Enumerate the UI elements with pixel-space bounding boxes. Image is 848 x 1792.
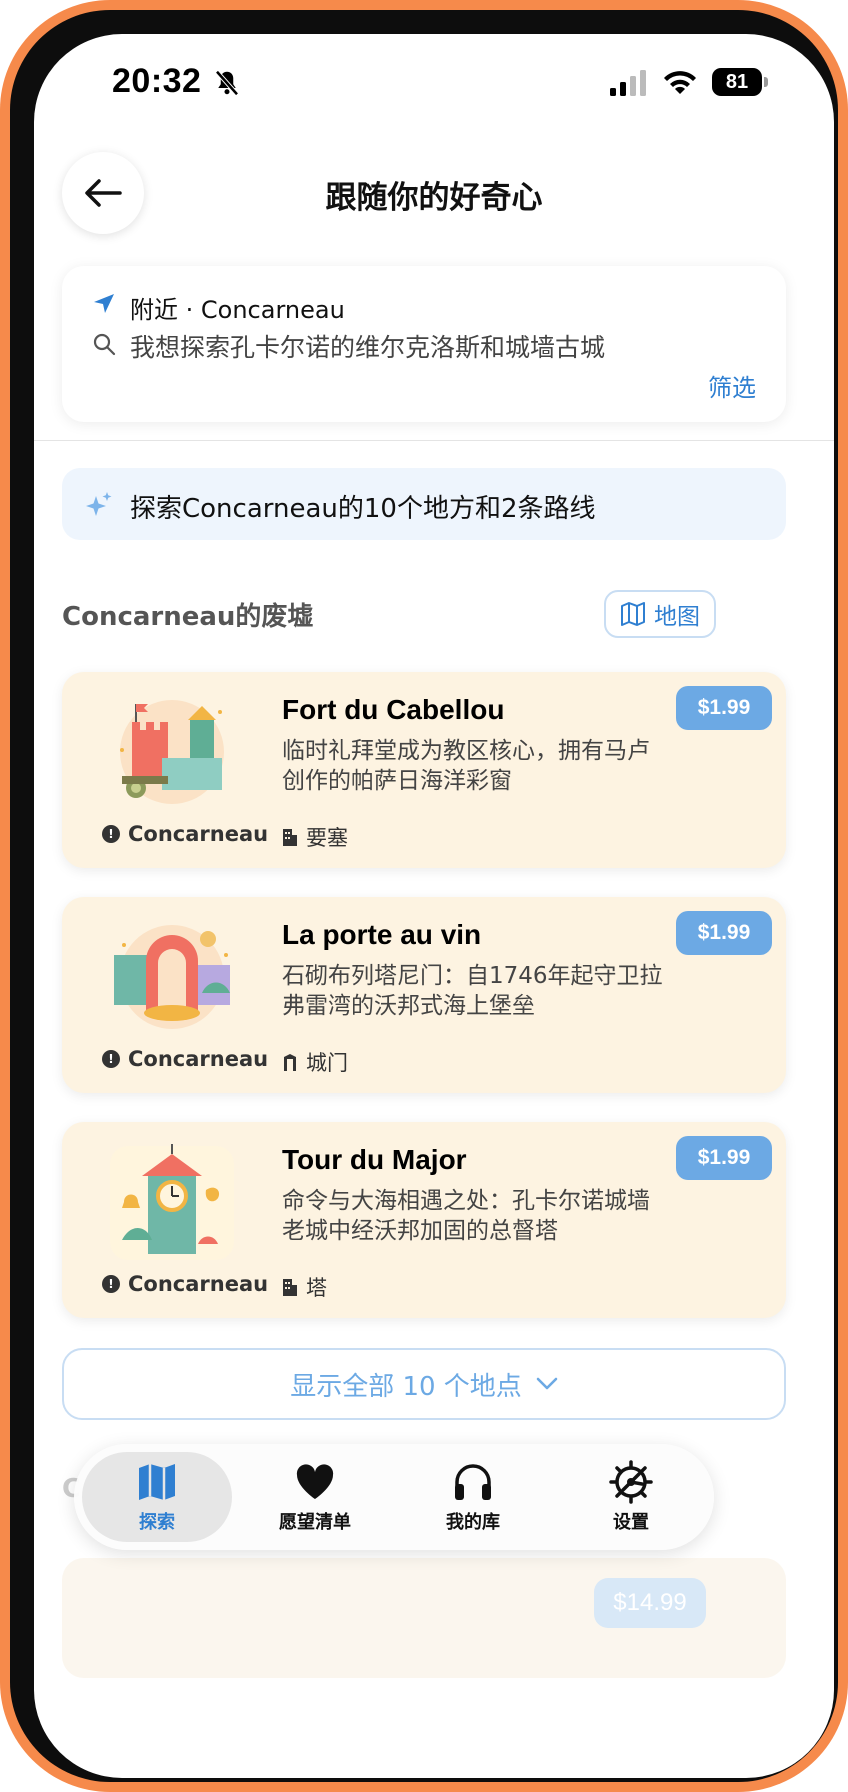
price-badge[interactable]: $1.99 [676,911,772,955]
price-badge[interactable]: $1.99 [676,1136,772,1180]
place-type: 塔 [282,1272,327,1302]
tower-illustration [110,1144,234,1260]
place-name: Fort du Cabellou [282,694,505,725]
status-time: 20:32 [112,62,202,100]
location-arrow-icon [94,294,114,313]
tab-settings[interactable]: 设置 [556,1452,706,1542]
building-icon [283,1279,297,1296]
place-type: 要塞 [282,822,348,852]
battery-level: 81 [712,68,762,96]
wifi-icon [664,71,696,94]
tab-label: 探索 [139,1512,175,1533]
gate-icon [284,1054,296,1071]
place-city: ! Concarneau [102,822,268,846]
fort-illustration [120,700,224,804]
location-label[interactable]: 附近 · Concarneau [130,290,345,325]
filter-link[interactable]: 筛选 [708,368,756,403]
tab-library[interactable]: 我的库 [398,1452,548,1542]
map-icon [139,1464,175,1500]
search-card[interactable]: 附近 · Concarneau 我想探索孔卡尔诺的维尔克洛斯和城墙古城 筛选 [62,266,786,422]
gate-illustration [114,925,230,1029]
page-title: 跟随你的好奇心 [325,180,543,216]
place-card[interactable]: ! Concarneau Fort du Cabellou 临时礼拜堂成为教区核… [62,672,786,868]
tab-wishlist[interactable]: 愿望清单 [240,1452,390,1542]
heart-icon [296,1464,334,1499]
device-bezel: 20:32 81 跟随你的好奇心 附近 · Concarneau 我想探索孔卡尔… [10,10,838,1782]
tab-explore[interactable]: 探索 [82,1452,232,1542]
signal-icon [610,70,646,96]
explore-text: 探索Concarneau的10个地方和2条路线 [130,494,596,524]
headphones-icon [455,1464,491,1500]
map-button[interactable]: 地图 [604,590,716,638]
divider [34,440,834,441]
tab-bar: 探索 愿望清单 我的库 设置 [74,1444,714,1550]
next-price-badge[interactable]: $14.99 [594,1578,706,1628]
show-all-label: 显示全部 10 个地点 [290,1371,522,1402]
info-icon: ! [102,825,120,843]
tab-label: 设置 [613,1512,649,1533]
map-icon [621,602,645,626]
show-all-button[interactable]: 显示全部 10 个地点 [62,1348,786,1420]
info-icon: ! [102,1050,120,1068]
place-city: ! Concarneau [102,1047,268,1071]
sparkle-icon [86,492,112,516]
place-description: 命令与大海相遇之处：孔卡尔诺城墙老城中经沃邦加固的总督塔 [282,1188,650,1244]
chevron-down-icon [536,1377,558,1390]
place-card[interactable]: ! Concarneau La porte au vin 石砌布列塔尼门：自17… [62,897,786,1093]
gear-icon [609,1460,653,1504]
info-icon: ! [102,1275,120,1293]
place-city: ! Concarneau [102,1272,268,1296]
place-description: 临时礼拜堂成为教区核心，拥有马卢创作的帕萨日海洋彩窗 [282,738,650,794]
place-type: 城门 [282,1047,348,1077]
tab-label: 愿望清单 [279,1512,351,1533]
place-name: Tour du Major [282,1144,467,1175]
device-frame: 20:32 81 跟随你的好奇心 附近 · Concarneau 我想探索孔卡尔… [0,0,848,1792]
search-input[interactable]: 我想探索孔卡尔诺的维尔克洛斯和城墙古城 [130,328,605,364]
battery-icon: 81 [712,68,770,98]
map-button-label: 地图 [654,604,700,630]
price-badge[interactable]: $1.99 [676,686,772,730]
bell-off-icon [215,70,239,96]
place-card[interactable]: ! Concarneau Tour du Major 命令与大海相遇之处：孔卡尔… [62,1122,786,1318]
search-icon [93,333,116,356]
explore-banner[interactable]: 探索Concarneau的10个地方和2条路线 [62,468,786,540]
place-description: 石砌布列塔尼门：自1746年起守卫拉弗雷湾的沃邦式海上堡垒 [282,963,663,1019]
tab-label: 我的库 [446,1512,500,1533]
screen: 20:32 81 跟随你的好奇心 附近 · Concarneau 我想探索孔卡尔… [34,34,834,1778]
place-name: La porte au vin [282,919,482,950]
section-title: Concarneau的废墟 [62,602,314,632]
building-icon [283,829,297,846]
